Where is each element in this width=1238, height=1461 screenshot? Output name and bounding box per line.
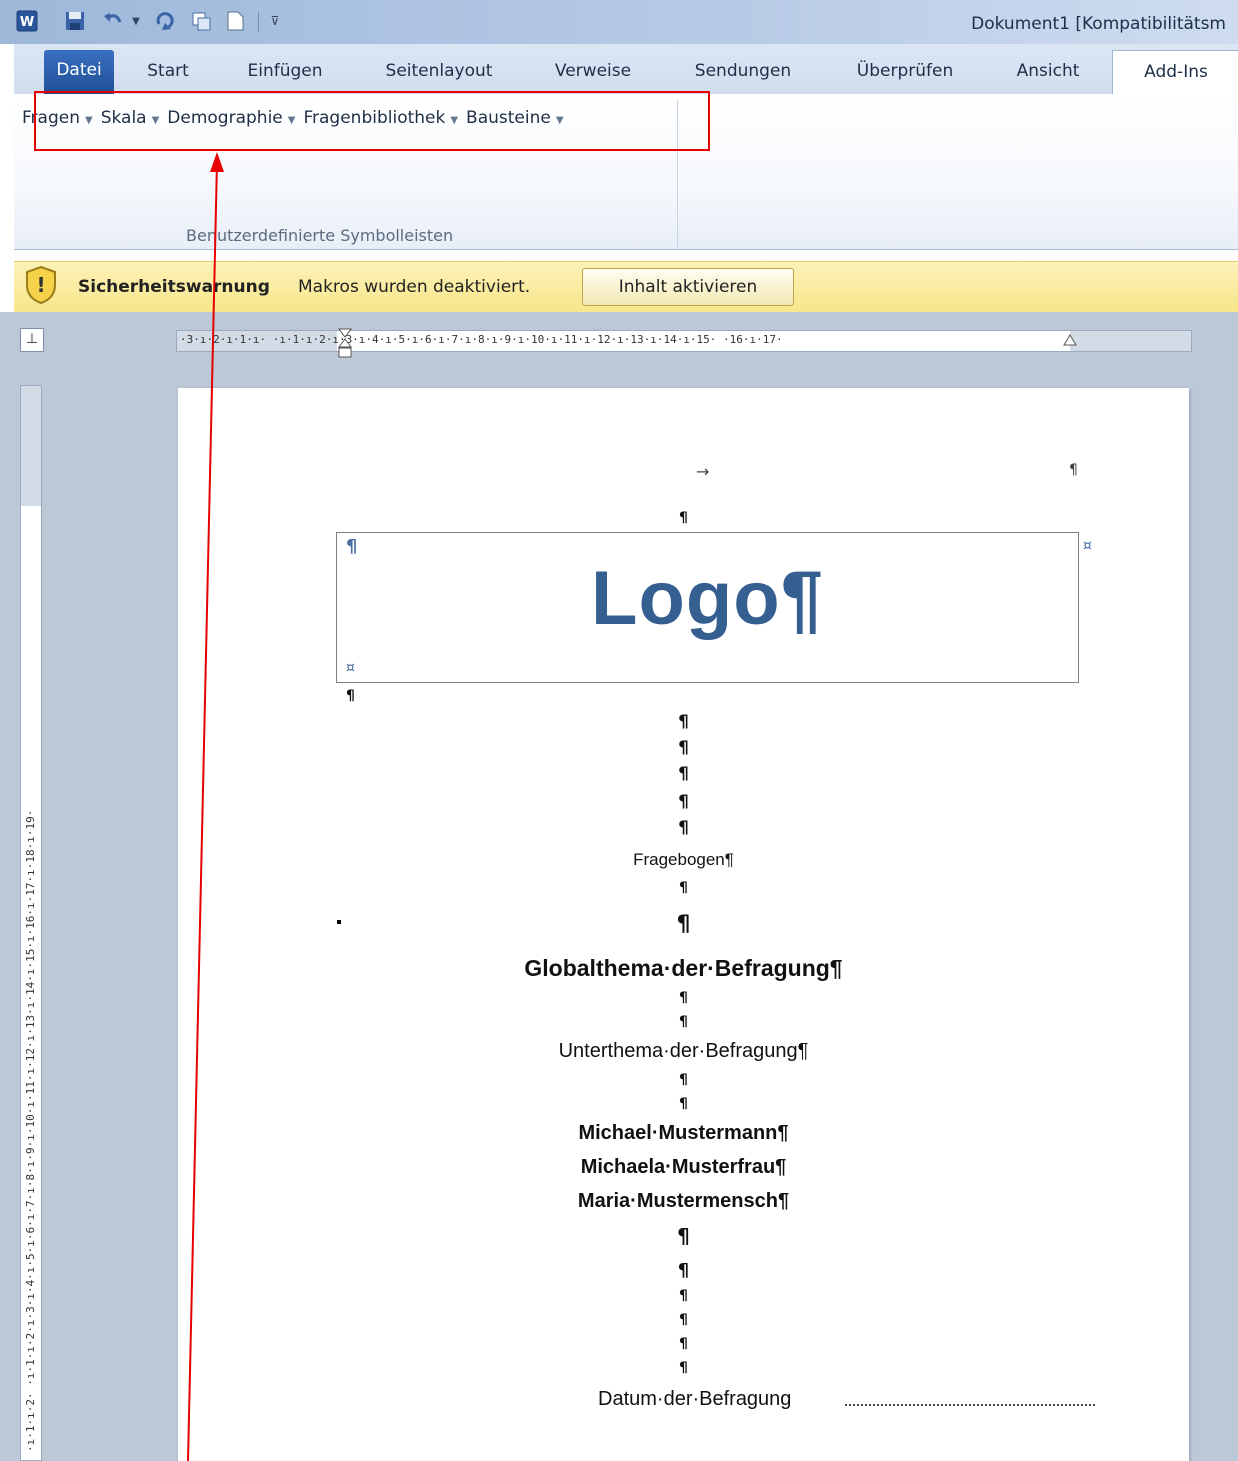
pilcrow-mark: ¶ xyxy=(679,1288,688,1304)
pilcrow-mark: ¶ xyxy=(678,818,689,838)
save-icon[interactable] xyxy=(62,10,88,32)
tab-add-ins[interactable]: Add-Ins xyxy=(1112,50,1238,96)
pilcrow-mark: ¶ xyxy=(1069,462,1078,478)
undo-icon[interactable] xyxy=(100,10,126,32)
quick-access-separator xyxy=(258,12,259,32)
author-name: Maria·Mustermensch¶ xyxy=(577,1190,790,1212)
undo-dropdown-icon[interactable]: ▼ xyxy=(128,10,144,32)
author-name: Michaela·Musterfrau¶ xyxy=(580,1156,787,1178)
pilcrow-mark: ¶ xyxy=(676,912,691,937)
pilcrow-mark: ¶ xyxy=(679,880,688,896)
right-indent-marker-icon[interactable] xyxy=(1062,333,1078,355)
pilcrow-mark: ¶ xyxy=(346,688,355,704)
annotation-arrow-icon xyxy=(187,152,224,1461)
sub-topic-heading: Unterthema·der·Befragung¶ xyxy=(558,1040,809,1062)
author-name: Michael·Mustermann¶ xyxy=(578,1122,789,1144)
cell-end-mark: ¤ xyxy=(346,660,355,676)
logo-placeholder: Logo¶ xyxy=(591,556,824,641)
global-topic-heading: Globalthema·der·Befragung¶ xyxy=(524,955,843,981)
pilcrow-mark: ¶ xyxy=(677,1260,690,1281)
tab-einfuegen[interactable]: Einfügen xyxy=(232,55,338,87)
pilcrow-mark: ¶ xyxy=(679,510,688,526)
tab-datei[interactable]: Datei xyxy=(44,50,114,94)
pilcrow-mark: ¶ xyxy=(678,712,689,732)
pilcrow-mark: ¶ xyxy=(679,1336,688,1352)
survey-date-label: Datum·der·Befragung xyxy=(598,1388,792,1410)
tab-stop-selector[interactable]: ⊥ xyxy=(20,328,44,352)
customize-quick-access-icon[interactable]: ⊽ xyxy=(266,10,284,32)
tab-seitenlayout[interactable]: Seitenlayout xyxy=(366,55,512,87)
security-warning-message: Makros wurden deaktiviert. xyxy=(298,277,531,297)
svg-text:!: ! xyxy=(36,273,45,297)
pilcrow-mark: ¶ xyxy=(679,1014,688,1030)
pilcrow-mark: ¶ xyxy=(678,764,689,784)
tab-ansicht[interactable]: Ansicht xyxy=(998,55,1098,87)
word-app-icon[interactable]: W xyxy=(14,10,40,32)
enable-content-button[interactable]: Inhalt aktivieren xyxy=(582,268,794,306)
copy-icon[interactable] xyxy=(188,10,214,32)
cell-end-mark: ¤ xyxy=(1083,538,1092,554)
pilcrow-mark: ¶ xyxy=(678,792,689,812)
date-fill-line xyxy=(845,1404,1095,1406)
redo-icon[interactable] xyxy=(152,10,178,32)
svg-text:W: W xyxy=(20,15,34,30)
pilcrow-mark: ¶ xyxy=(679,1360,688,1376)
annotation-highlight-box xyxy=(34,91,710,151)
new-document-icon[interactable] xyxy=(222,10,248,32)
questionnaire-label: Fragebogen¶ xyxy=(633,850,734,869)
window-title: Dokument1 [Kompatibilitätsm xyxy=(971,14,1226,34)
pilcrow-mark: ¶ xyxy=(678,738,689,758)
vertical-ruler-scale: ·ı·1·ı·2· ·ı·1·ı·2·ı·3·ı·4·ı·5·ı·6·ı·7·ı… xyxy=(24,809,37,1452)
pilcrow-mark: ¶ xyxy=(677,1224,690,1248)
tab-start[interactable]: Start xyxy=(132,55,204,87)
shield-warning-icon: ! xyxy=(24,265,58,305)
tab-verweise[interactable]: Verweise xyxy=(538,55,648,87)
tab-sendungen[interactable]: Sendungen xyxy=(676,55,810,87)
pilcrow-mark: ¶ xyxy=(679,1072,688,1088)
tab-arrow-mark: → xyxy=(696,462,710,481)
horizontal-ruler-scale: ·3·ı·2·ı·1·ı· ·ı·1·ı·2·ı·3·ı·4·ı·5·ı·6·ı… xyxy=(180,333,783,346)
pilcrow-mark: ¶ xyxy=(679,990,688,1006)
indent-marker-icon[interactable] xyxy=(337,328,353,366)
pilcrow-mark: ¶ xyxy=(346,536,358,557)
pilcrow-mark: ¶ xyxy=(679,1096,688,1112)
ruler-right-margin xyxy=(1070,331,1191,351)
pilcrow-mark: ¶ xyxy=(679,1312,688,1328)
tab-ueberpruefen[interactable]: Überprüfen xyxy=(836,55,974,87)
